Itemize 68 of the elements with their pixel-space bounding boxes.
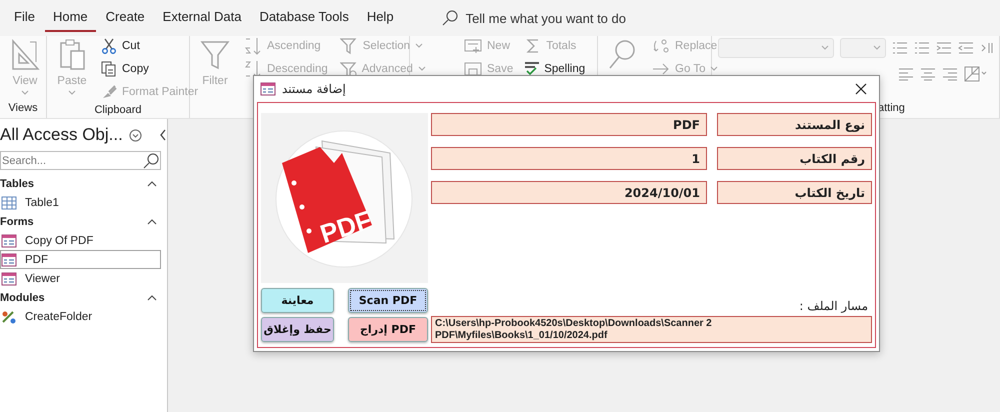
field-label: نوع المستند <box>717 113 872 136</box>
menu-tab[interactable]: Help <box>358 4 402 32</box>
dropdown-circle-icon <box>128 128 142 142</box>
align-right-icon <box>942 67 958 81</box>
numbered-list-icon <box>914 41 930 55</box>
menu-tab[interactable]: External Data <box>154 4 250 32</box>
value-field[interactable]: PDF <box>431 113 707 136</box>
caret-icon <box>821 45 829 51</box>
caret-icon <box>710 66 718 72</box>
sort-ascending-icon <box>244 37 262 55</box>
value-field[interactable]: 2024/10/01 <box>431 181 707 204</box>
form-button[interactable]: معاينة <box>261 288 334 313</box>
caret-icon <box>418 66 426 72</box>
filter-advanced-icon <box>340 60 357 78</box>
path-label: مسار الملف : <box>798 299 869 313</box>
align-center-icon <box>920 67 936 81</box>
caret-icon <box>415 43 424 49</box>
bullet-list-icon <box>892 41 908 55</box>
indent-icon <box>936 41 952 55</box>
sort-descending-icon <box>244 60 262 78</box>
field-label: تاريخ الكتاب <box>717 181 872 204</box>
menu-tab[interactable]: Create <box>98 4 153 32</box>
module-icon <box>1 310 17 324</box>
form-icon <box>260 82 276 96</box>
field-label: رقم الكتاب <box>717 147 872 170</box>
outdent-icon <box>958 41 974 55</box>
ribbon-button[interactable]: Spelling <box>523 59 588 79</box>
menu-tab[interactable]: File <box>6 4 43 32</box>
form-button[interactable]: Scan PDF <box>348 288 428 313</box>
nav-item[interactable]: CreateFolder <box>0 307 161 326</box>
search-icon <box>442 10 458 26</box>
pane-title: All Access Obj... <box>0 125 123 145</box>
group-label: Clipboard <box>94 104 142 116</box>
group-header[interactable]: Modules <box>0 292 45 304</box>
caret-icon <box>21 90 29 96</box>
nav-item[interactable]: Viewer <box>0 269 161 288</box>
nav-item[interactable]: Table1 <box>0 193 161 212</box>
value-field[interactable]: 1 <box>431 147 707 170</box>
dialog-title: إضافة مستند <box>282 82 347 96</box>
align-left-icon <box>898 67 914 81</box>
group-label: Views <box>8 102 38 114</box>
nav-item[interactable]: PDF <box>0 250 161 269</box>
pdf-label: PDF <box>316 204 376 250</box>
arrow-icon <box>652 62 670 76</box>
filter-selection-icon <box>340 37 358 55</box>
gridlines-icon <box>964 66 988 82</box>
group-header[interactable]: Forms <box>0 216 34 228</box>
spelling-icon <box>525 62 540 76</box>
form-button[interactable]: حفظ وإغلاق <box>261 317 334 342</box>
form-button[interactable]: إدراج PDF <box>348 317 428 342</box>
tell-me-field[interactable]: Tell me what you want to do <box>442 10 626 26</box>
nav-item[interactable]: Copy Of PDF <box>0 231 161 250</box>
new-record-icon <box>464 38 482 54</box>
menu-tab[interactable]: Home <box>44 4 96 32</box>
scissors-icon <box>101 38 117 54</box>
menu-tab[interactable]: Database Tools <box>251 4 357 32</box>
paintbrush-icon <box>101 84 117 100</box>
search-field[interactable]: Search... <box>0 151 161 170</box>
collapse-chevron-icon <box>159 129 167 141</box>
path-field[interactable]: C:\Users\hp-Probook4520s\Desktop\Downloads\Scanner 2 PDF\Myfiles\Books\1_01/10/2024.pdf <box>431 316 872 343</box>
group-header[interactable]: Tables <box>0 178 34 190</box>
caret-icon <box>68 90 76 96</box>
close-icon <box>855 83 867 95</box>
search-icon <box>143 153 159 169</box>
copy-icon <box>101 61 117 77</box>
caret-icon <box>873 45 881 51</box>
save-icon <box>464 61 482 77</box>
form-icon <box>1 252 17 266</box>
